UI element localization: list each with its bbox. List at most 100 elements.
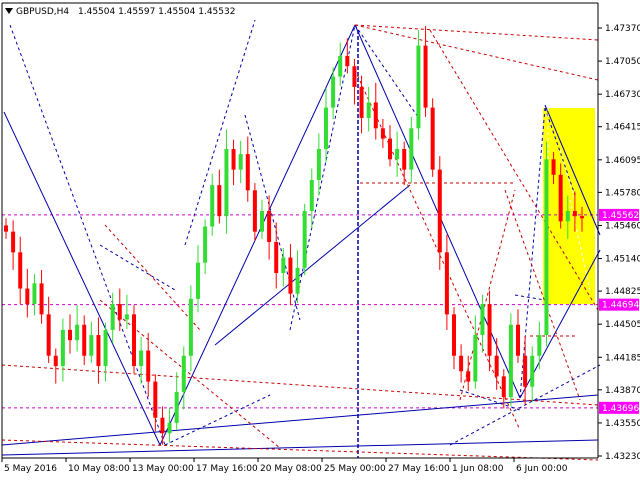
candle-body xyxy=(302,210,307,268)
candle-body xyxy=(196,262,200,299)
candle-body xyxy=(132,314,136,367)
y-tick-label: 1.44185 xyxy=(605,353,640,363)
x-tick-label: 6 Jun 00:00 xyxy=(516,464,568,474)
candle-body xyxy=(124,314,129,320)
candle-body xyxy=(281,257,286,274)
candle-body xyxy=(238,154,243,170)
candle-body xyxy=(537,335,542,356)
symbol-label: GBPUSD,H4 xyxy=(16,7,69,17)
x-tick-label: 5 May 2016 xyxy=(4,464,57,474)
candle-body xyxy=(139,350,144,367)
candle xyxy=(302,203,307,276)
candle-body xyxy=(345,55,350,67)
candle-body xyxy=(416,45,421,129)
candle-body xyxy=(103,329,108,367)
candle-body xyxy=(316,148,321,180)
candle xyxy=(430,98,435,177)
candle-body xyxy=(46,314,51,356)
y-tick-label: 1.43230 xyxy=(605,452,640,462)
candle-body xyxy=(267,210,272,242)
y-tick-label: 1.46730 xyxy=(605,90,640,100)
candle xyxy=(416,30,421,140)
candle-body xyxy=(217,185,222,217)
x-tick-label: 20 May 08:00 xyxy=(260,464,322,474)
candle-body xyxy=(523,355,528,387)
candle-body xyxy=(25,288,30,305)
candle-body xyxy=(39,283,44,315)
candle-body xyxy=(252,190,257,232)
candle-body xyxy=(82,324,87,356)
y-tick-label: 1.47050 xyxy=(605,57,640,67)
candle-body xyxy=(309,179,314,211)
candle-body xyxy=(210,185,215,227)
candle xyxy=(508,313,513,407)
y-tick-label: 1.45140 xyxy=(605,255,640,265)
candle-body xyxy=(160,417,165,434)
candle-body xyxy=(565,210,570,222)
candle-body xyxy=(487,304,492,356)
candle xyxy=(544,141,549,347)
y-tick-label: 1.43870 xyxy=(605,386,640,396)
candle-body xyxy=(117,304,122,320)
candle-body xyxy=(32,283,37,305)
candle-body xyxy=(18,252,23,289)
candle-body xyxy=(473,335,478,382)
x-tick-label: 10 May 08:00 xyxy=(68,464,130,474)
candle-body xyxy=(409,128,414,170)
candle-body xyxy=(231,148,236,170)
candle-body xyxy=(352,66,357,87)
candle-body xyxy=(288,257,293,294)
candle-body xyxy=(260,210,264,232)
candle-body xyxy=(146,350,151,382)
candle-body xyxy=(174,391,179,423)
candle-body xyxy=(508,324,513,398)
candle-body xyxy=(167,422,172,434)
candle-body xyxy=(359,86,364,118)
candle-body xyxy=(96,335,101,367)
candle-body xyxy=(580,216,584,219)
x-tick-label: 13 May 00:00 xyxy=(132,464,194,474)
candle-body xyxy=(153,381,158,418)
y-tick-label: 1.45780 xyxy=(605,188,640,198)
x-tick-label: 17 May 16:00 xyxy=(196,464,258,474)
candle-body xyxy=(4,225,8,232)
y-tick-label: 1.44505 xyxy=(605,320,640,330)
candle-body xyxy=(68,329,72,341)
candle-body xyxy=(516,324,520,356)
candle-body xyxy=(452,314,456,356)
candle-body xyxy=(572,210,577,217)
candle-body xyxy=(11,231,16,253)
y-tick-label: 1.44825 xyxy=(605,287,640,297)
candle-body xyxy=(430,107,435,170)
candle-body xyxy=(60,329,65,367)
candle-body xyxy=(295,267,300,294)
candle-body xyxy=(423,45,428,108)
y-tick-label: 1.46415 xyxy=(605,123,640,133)
ohlc-values: 1.45504 1.45597 1.45504 1.45532 xyxy=(78,7,235,17)
candle-body xyxy=(188,298,193,356)
x-tick-label: 1 Jun 08:00 xyxy=(452,464,504,474)
level-label: 1.43696 xyxy=(602,404,639,414)
candle xyxy=(132,305,136,374)
candle-body xyxy=(551,159,556,175)
y-tick-label: 1.46095 xyxy=(605,156,640,166)
candle-body xyxy=(274,242,279,274)
candle-body xyxy=(437,169,442,253)
candle-body xyxy=(459,355,464,372)
candle-body xyxy=(245,154,250,191)
y-tick-label: 1.43550 xyxy=(605,419,640,429)
candle-body xyxy=(402,148,407,170)
y-tick-label: 1.47370 xyxy=(605,24,640,34)
candle-body xyxy=(558,174,563,222)
level-label: 1.45562 xyxy=(602,211,639,221)
candle-body xyxy=(89,335,94,356)
candle-body xyxy=(366,102,371,118)
x-tick-label: 25 May 00:00 xyxy=(324,464,386,474)
candle-body xyxy=(530,355,535,387)
x-tick-label: 27 May 16:00 xyxy=(388,464,450,474)
candle-body xyxy=(224,148,229,217)
candle-body xyxy=(181,355,186,392)
candle-body xyxy=(75,324,80,341)
candle-body xyxy=(494,355,499,377)
candle-body xyxy=(331,76,336,108)
